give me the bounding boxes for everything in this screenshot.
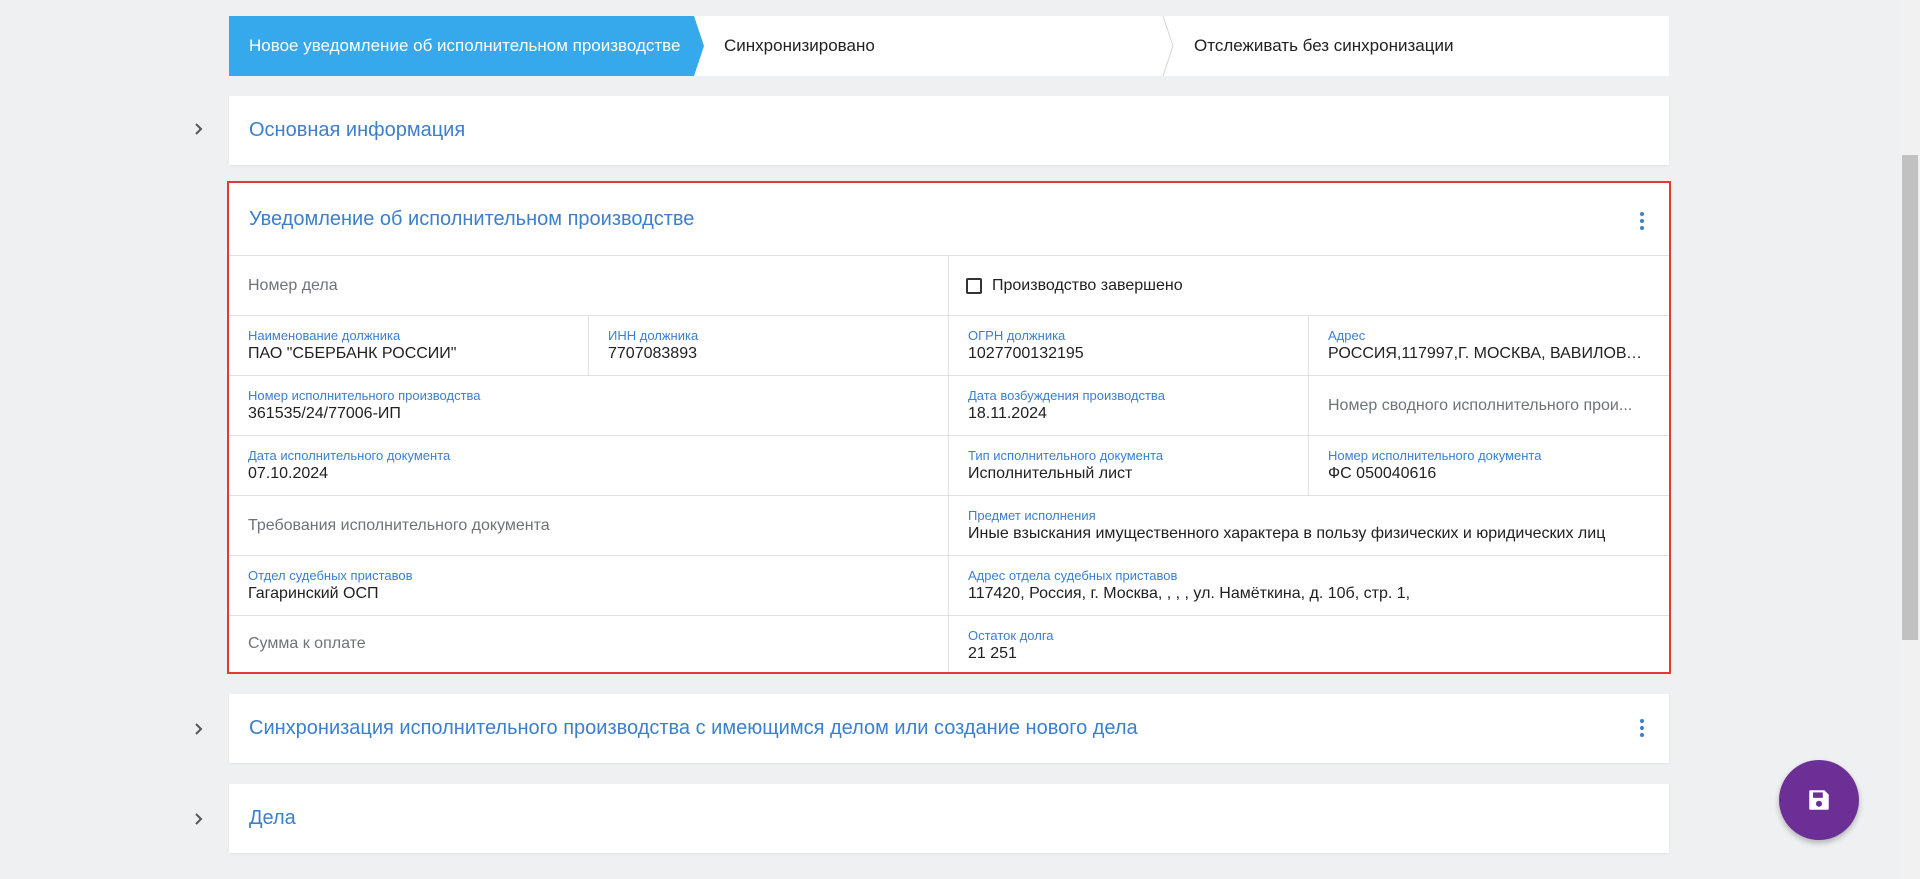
field-value: Иные взыскания имущественного характера …	[968, 525, 1606, 542]
field-value: ПАО "СБЕРБАНК РОССИИ"	[248, 345, 457, 362]
field-label: Адрес отдела судебных приставов	[968, 568, 1178, 583]
field-value: Гагаринский ОСП	[248, 585, 379, 602]
field-label: Номер исполнительного производства	[248, 388, 481, 403]
field-label: ОГРН должника	[968, 328, 1066, 343]
debtor-inn-field[interactable]: ИНН должника 7707083893	[589, 316, 949, 375]
field-label: Отдел судебных приставов	[248, 568, 413, 583]
chevron-right-icon[interactable]	[191, 721, 207, 737]
field-placeholder: Номер сводного исполнительного прои...	[1328, 396, 1633, 414]
bailiff-address-field[interactable]: Адрес отдела судебных приставов 117420, …	[949, 556, 1669, 615]
section-title: Дела	[249, 807, 296, 829]
debt-balance-field[interactable]: Остаток долга 21 251	[949, 616, 1669, 672]
requirements-field[interactable]: Требования исполнительного документа	[229, 496, 949, 555]
field-placeholder: Требования исполнительного документа	[248, 516, 550, 534]
save-icon	[1809, 790, 1829, 810]
case-number-placeholder: Номер дела	[248, 276, 338, 294]
field-label: Дата исполнительного документа	[248, 448, 451, 463]
field-value: 117420, Россия, г. Москва, , , , ул. Нам…	[968, 585, 1411, 602]
field-label: Тип исполнительного документа	[968, 448, 1164, 463]
section-cases[interactable]: Дела	[229, 784, 1669, 853]
more-vertical-icon[interactable]	[1639, 210, 1645, 234]
status-stepper: Новое уведомление об исполнительном прои…	[229, 16, 1669, 76]
field-label: Предмет исполнения	[968, 508, 1096, 523]
form-row: Наименование должника ПАО "СБЕРБАНК РОСС…	[229, 316, 1669, 376]
amount-due-field[interactable]: Сумма к оплате	[229, 616, 949, 672]
section-header: Уведомление об исполнительном производст…	[229, 183, 1669, 256]
section-enforcement-notice: Уведомление об исполнительном производст…	[227, 181, 1671, 674]
form-row: Номер исполнительного производства 36153…	[229, 376, 1669, 436]
section-title: Синхронизация исполнительного производст…	[249, 717, 1138, 739]
document-type-field[interactable]: Тип исполнительного документа Исполнител…	[949, 436, 1309, 495]
debtor-ogrn-field[interactable]: ОГРН должника 1027700132195	[949, 316, 1309, 375]
field-label: Номер исполнительного документа	[1328, 448, 1542, 463]
step-separator	[699, 16, 711, 76]
field-value: РОССИЯ,117997,Г. МОСКВА, ВАВИЛОВА ...	[1328, 345, 1651, 362]
chevron-right-icon[interactable]	[191, 121, 207, 137]
section-basic-info[interactable]: Основная информация	[229, 96, 1669, 165]
field-value: 21 251	[968, 645, 1017, 662]
chevron-right-icon[interactable]	[191, 811, 207, 827]
field-label: Остаток долга	[968, 628, 1054, 643]
scrollbar-thumb[interactable]	[1902, 155, 1918, 640]
section-sync[interactable]: Синхронизация исполнительного производст…	[229, 694, 1669, 763]
form-row: Сумма к оплате Остаток долга 21 251	[229, 616, 1669, 672]
consolidated-number-field[interactable]: Номер сводного исполнительного прои...	[1309, 376, 1669, 435]
bailiff-department-field[interactable]: Отдел судебных приставов Гагаринский ОСП	[229, 556, 949, 615]
document-date-field[interactable]: Дата исполнительного документа 07.10.202…	[229, 436, 949, 495]
document-number-field[interactable]: Номер исполнительного документа ФС 05004…	[1309, 436, 1669, 495]
save-button[interactable]	[1779, 760, 1859, 840]
address-field[interactable]: Адрес РОССИЯ,117997,Г. МОСКВА, ВАВИЛОВА …	[1309, 316, 1669, 375]
field-placeholder: Сумма к оплате	[248, 635, 366, 652]
field-value: ФС 050040616	[1328, 465, 1437, 482]
section-title: Уведомление об исполнительном производст…	[249, 207, 695, 230]
step-track-without-sync[interactable]: Отслеживать без синхронизации	[1164, 16, 1669, 76]
finished-label: Производство завершено	[992, 276, 1183, 294]
form-row: Дата исполнительного документа 07.10.202…	[229, 436, 1669, 496]
step-synchronized[interactable]: Синхронизировано	[694, 16, 1174, 76]
field-value: 1027700132195	[968, 345, 1084, 362]
field-value: 361535/24/77006-ИП	[248, 405, 401, 422]
field-value: 7707083893	[608, 345, 697, 362]
more-vertical-icon[interactable]	[1639, 717, 1645, 741]
initiation-date-field[interactable]: Дата возбуждения производства 18.11.2024	[949, 376, 1309, 435]
field-label: Дата возбуждения производства	[968, 388, 1165, 403]
subject-field[interactable]: Предмет исполнения Иные взыскания имущес…	[949, 496, 1669, 555]
page-scrollbar[interactable]	[1900, 0, 1920, 879]
form-row: Отдел судебных приставов Гагаринский ОСП…	[229, 556, 1669, 616]
step-label: Синхронизировано	[724, 36, 875, 55]
step-separator	[1163, 16, 1174, 76]
form-row: Номер дела Производство завершено	[229, 256, 1669, 316]
debtor-name-field[interactable]: Наименование должника ПАО "СБЕРБАНК РОСС…	[229, 316, 589, 375]
field-value: 18.11.2024	[968, 405, 1047, 422]
field-label: Адрес	[1328, 328, 1366, 343]
field-value: 07.10.2024	[248, 465, 329, 482]
field-value: Исполнительный лист	[968, 465, 1133, 482]
case-number-field[interactable]: Номер дела	[229, 256, 949, 315]
field-label: Наименование должника	[248, 328, 401, 343]
finished-checkbox-field[interactable]: Производство завершено	[949, 256, 1669, 315]
step-label: Отслеживать без синхронизации	[1194, 36, 1454, 55]
finished-checkbox[interactable]	[966, 277, 982, 294]
step-new-notice[interactable]: Новое уведомление об исполнительном прои…	[229, 16, 704, 76]
step-label: Новое уведомление об исполнительном прои…	[249, 36, 681, 55]
proceeding-number-field[interactable]: Номер исполнительного производства 36153…	[229, 376, 949, 435]
section-title: Основная информация	[249, 119, 466, 141]
form-row: Требования исполнительного документа Пре…	[229, 496, 1669, 556]
field-label: ИНН должника	[608, 328, 699, 343]
